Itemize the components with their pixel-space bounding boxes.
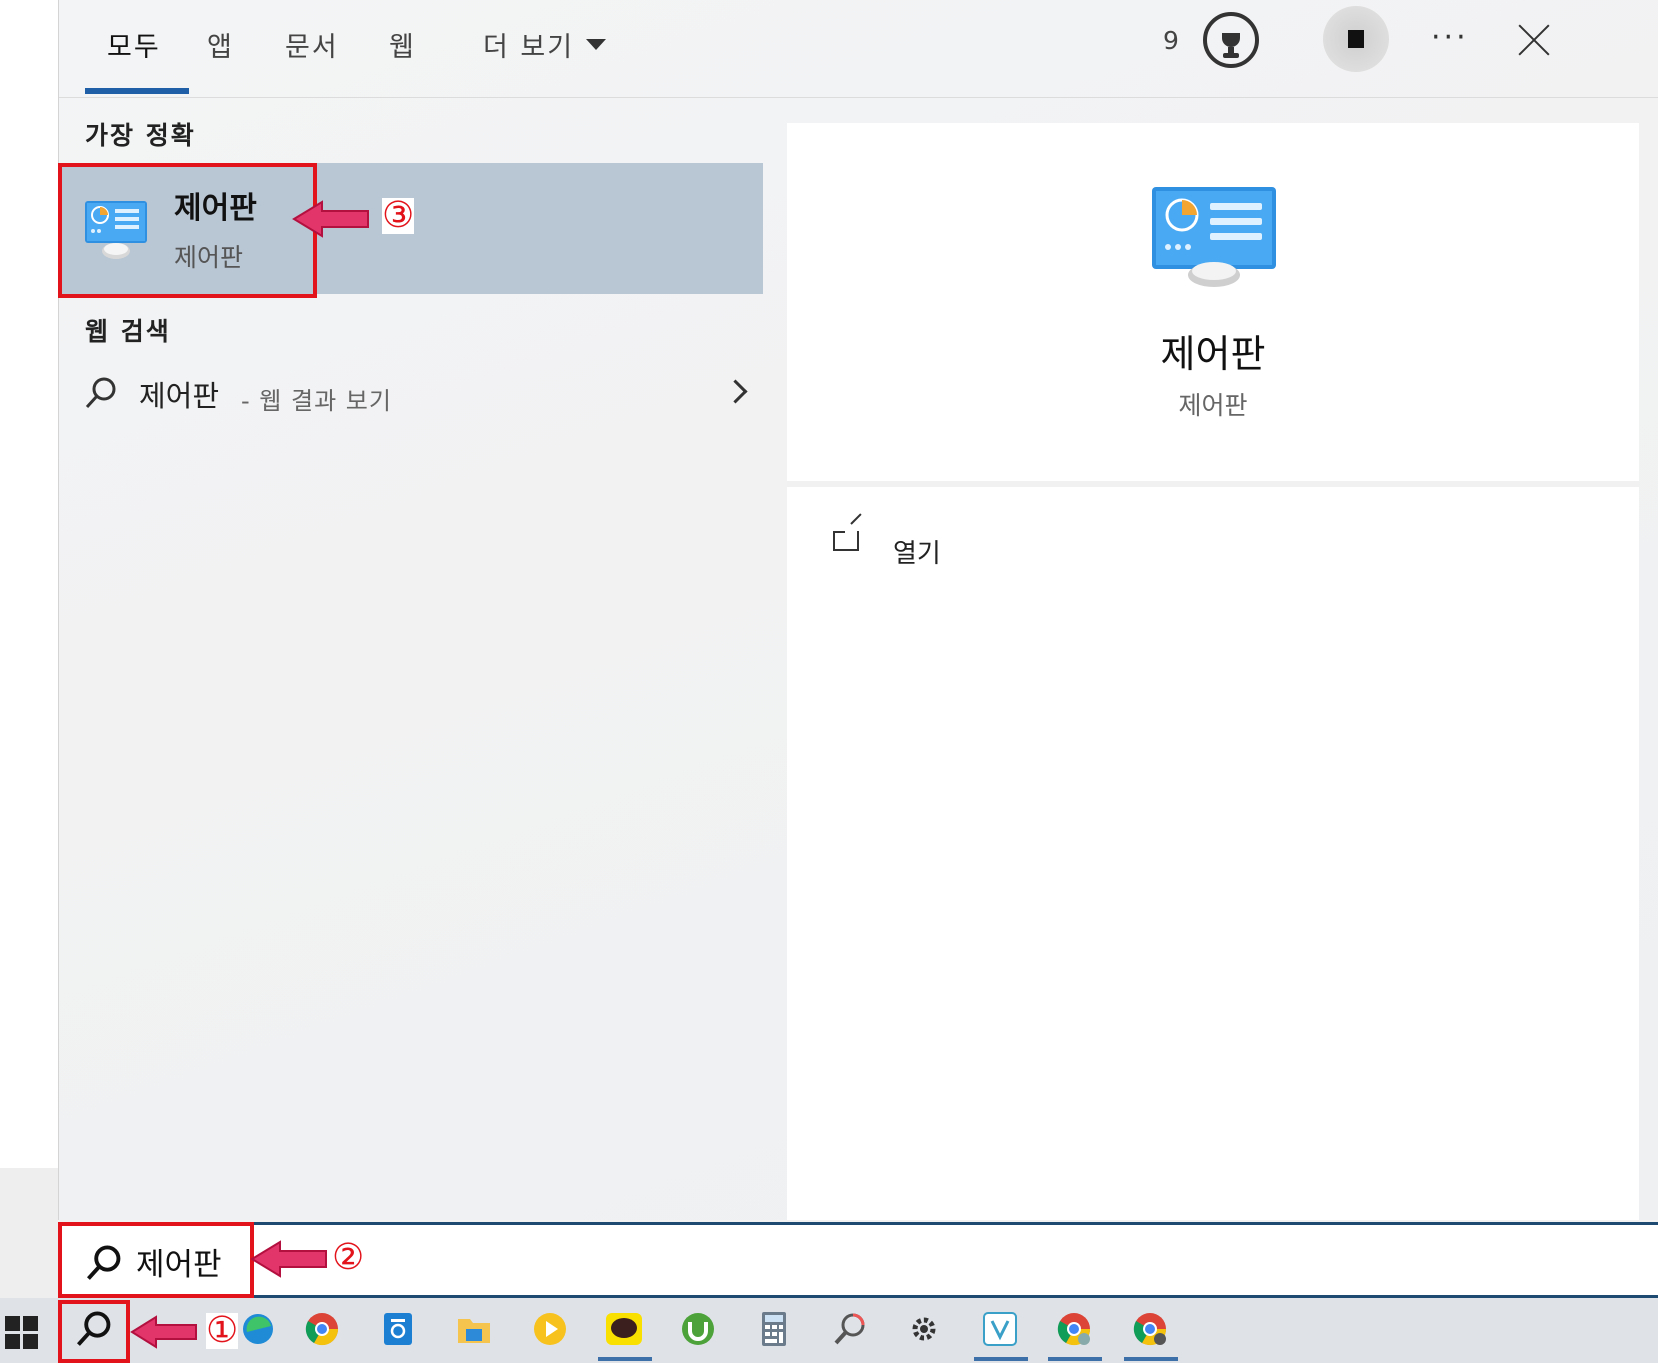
tab-bar: 모두 앱 문서 웹 더 보기 9 ··· xyxy=(59,0,1658,98)
caret-down-icon xyxy=(586,39,607,50)
pointer-arrow-3 xyxy=(292,200,369,238)
more-options-icon[interactable]: ··· xyxy=(1431,20,1469,55)
web-search-result[interactable]: 제어판 - 웹 결과 보기 xyxy=(79,367,769,423)
chrome-profile-running-indicator xyxy=(1048,1357,1102,1361)
open-action[interactable]: 열기 xyxy=(833,513,1053,573)
media-player-icon[interactable] xyxy=(528,1307,572,1351)
utorrent-icon[interactable] xyxy=(676,1307,720,1351)
highlight-box-taskbar-search xyxy=(58,1300,130,1363)
control-panel-large-icon xyxy=(1150,185,1278,291)
search-icon xyxy=(83,375,119,415)
trophy-icon[interactable] xyxy=(1203,12,1259,68)
vivaldi-icon[interactable] xyxy=(978,1307,1022,1351)
desktop-edge-bottom xyxy=(0,1168,58,1300)
kakaotalk-running-indicator xyxy=(598,1357,652,1361)
windows-start-icon[interactable] xyxy=(5,1316,39,1350)
best-match-heading: 가장 정확 xyxy=(85,121,196,150)
step-1-marker: ① xyxy=(206,1310,239,1351)
chrome-alt-icon[interactable] xyxy=(1128,1307,1172,1351)
edge-icon[interactable] xyxy=(236,1307,280,1351)
active-tab-indicator xyxy=(85,88,189,94)
preview-title: 제어판 xyxy=(1160,332,1266,376)
trophy-cup-shape xyxy=(1222,33,1240,58)
web-search-query: 제어판 xyxy=(139,379,220,413)
avatar-image xyxy=(1348,30,1364,48)
tab-more-label: 더 보기 xyxy=(483,32,575,63)
calculator-icon[interactable] xyxy=(752,1307,796,1351)
search-tool-icon[interactable] xyxy=(828,1307,872,1351)
highlight-box-best-match xyxy=(58,163,317,298)
highlight-box-search-input xyxy=(58,1222,254,1298)
pointer-arrow-2 xyxy=(250,1240,327,1278)
tab-all[interactable]: 모두 xyxy=(107,22,161,67)
tab-web[interactable]: 웹 xyxy=(389,22,416,67)
pointer-arrow-1 xyxy=(130,1315,197,1349)
chrome-icon[interactable] xyxy=(300,1307,344,1351)
open-action-label: 열기 xyxy=(893,539,941,569)
avatar[interactable] xyxy=(1323,6,1389,72)
tab-more[interactable]: 더 보기 xyxy=(483,22,607,67)
open-arrow-shape xyxy=(850,513,862,525)
chrome-profile-icon[interactable] xyxy=(1052,1307,1096,1351)
web-search-heading: 웹 검색 xyxy=(85,317,171,346)
desktop-edge xyxy=(0,0,58,1300)
web-search-hint: - 웹 결과 보기 xyxy=(241,387,392,415)
chevron-right-icon xyxy=(723,379,748,404)
preview-subtitle: 제어판 xyxy=(1178,391,1248,420)
tab-documents[interactable]: 문서 xyxy=(285,22,339,67)
close-icon[interactable] xyxy=(1516,22,1552,58)
kakaotalk-icon[interactable] xyxy=(602,1307,646,1351)
tab-apps[interactable]: 앱 xyxy=(207,22,234,67)
chrome-alt-running-indicator xyxy=(1124,1357,1178,1361)
vivaldi-running-indicator xyxy=(974,1357,1028,1361)
step-2-marker: ② xyxy=(332,1237,365,1278)
hangul-icon[interactable] xyxy=(376,1307,420,1351)
file-explorer-icon[interactable] xyxy=(452,1307,496,1351)
step-3-marker: ③ xyxy=(382,195,415,236)
points-count: 9 xyxy=(1163,26,1179,55)
preview-pane: 제어판 제어판 열기 xyxy=(787,123,1639,1220)
settings-gear-icon[interactable] xyxy=(902,1307,946,1351)
preview-divider xyxy=(787,481,1639,487)
open-icon xyxy=(833,531,859,551)
